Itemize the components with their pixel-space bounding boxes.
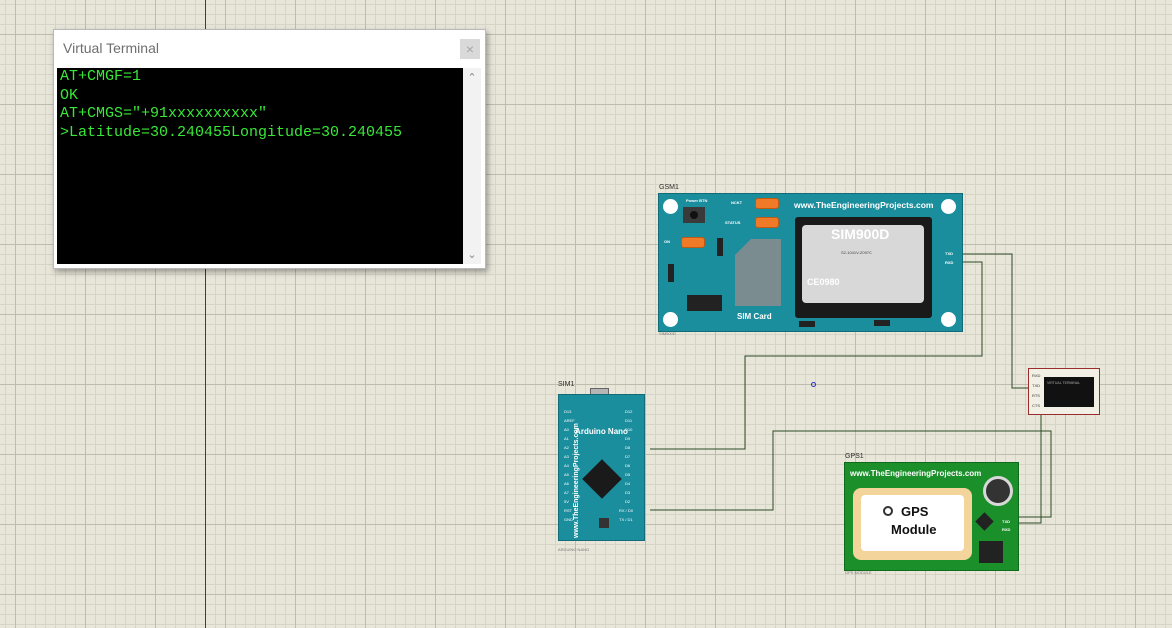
virtual-terminal-window[interactable]: Virtual Terminal × AT+CMGF=1 OK AT+CMGS=… <box>53 29 486 269</box>
pin-label: RST <box>564 508 572 513</box>
terminal-line: AT+CMGF=1 <box>60 68 142 85</box>
arduino-ref-label: SIM1 <box>558 381 575 388</box>
pin-label: TX / D1 <box>619 517 633 522</box>
ic-chip-icon <box>687 295 722 311</box>
chip-icon <box>975 512 994 531</box>
pin-label: D2 <box>625 499 631 504</box>
scroll-down-icon[interactable]: ⌄ <box>463 248 481 261</box>
gps-module[interactable]: www.TheEngineeringProjects.com GPS Modul… <box>844 462 1019 571</box>
mini-pin-label: TXD <box>1032 383 1040 388</box>
sim-card-label: SIM Card <box>737 312 772 321</box>
pin-label: A2 <box>564 445 569 450</box>
gps-part-label: GPS MODULE <box>845 570 872 575</box>
arduino-url: www.TheEngineeringProjects.com <box>573 423 580 538</box>
mount-hole-icon <box>941 199 956 214</box>
pin-label: D7 <box>625 454 631 459</box>
scroll-up-icon[interactable]: ⌃ <box>463 71 481 84</box>
gsm-ref-label: GSM1 <box>659 184 679 191</box>
pin-label: D8 <box>625 445 631 450</box>
terminal-line: AT+CMGS="+91xxxxxxxxxx" <box>60 105 268 122</box>
gsm-pin-rx: RXD <box>945 260 954 265</box>
vertical-scrollbar[interactable]: ⌃ ⌄ <box>463 68 481 264</box>
terminal-line: >Latitude=30.240455Longitude=30.240455 <box>60 123 403 141</box>
terminal-output: AT+CMGF=1 OK AT+CMGS="+91xxxxxxxxxx" >La… <box>57 68 463 264</box>
chip-ce: CE0980 <box>807 277 840 287</box>
pin-label: A6 <box>564 481 569 486</box>
pin-label: D9 <box>625 436 631 441</box>
mount-hole-icon <box>663 312 678 327</box>
sim-card-slot-icon <box>735 239 781 306</box>
gps-url: www.TheEngineeringProjects.com <box>850 469 982 478</box>
junction-dot-icon <box>811 382 816 387</box>
gps-label-box: GPS Module <box>853 488 972 560</box>
pin-label: RX / D0 <box>619 508 634 513</box>
pin-label: GND <box>564 517 573 522</box>
sim900d-chip: SIM900D S2-1041V-Z097C CE0980 <box>795 217 932 318</box>
mini-pin-label: RXD <box>1032 373 1041 378</box>
chip-name: SIM900D <box>831 226 890 242</box>
gps-title-1: GPS <box>901 504 929 519</box>
gsm-url: www.TheEngineeringProjects.com <box>794 200 934 210</box>
pin-label: D10 <box>625 427 633 432</box>
regulator-icon <box>979 541 1003 563</box>
pin-label: D13 <box>564 409 572 414</box>
netlight-label: NCKT <box>731 200 743 205</box>
pin-label: A1 <box>564 436 569 441</box>
diode-icon <box>717 238 723 256</box>
pin-label: A5 <box>564 472 569 477</box>
window-title: Virtual Terminal <box>63 40 159 56</box>
pin-label: A0 <box>564 427 569 432</box>
mini-pin-label: CTS <box>1032 403 1040 408</box>
pin-label: A3 <box>564 454 569 459</box>
gsm-part-label: SIM900D <box>659 331 676 336</box>
mount-hole-icon <box>941 312 956 327</box>
arduino-nano[interactable]: Arduino Nano D13 AREF A0 A1 A2 A3 A4 A5 … <box>558 394 645 541</box>
gps-title-2: Module <box>891 522 937 537</box>
status-label: STATUS <box>725 220 741 225</box>
diode-icon <box>668 264 674 282</box>
mini-screen: VIRTUAL TERMINAL <box>1044 377 1094 407</box>
gps-pin-tx: TXD <box>1002 519 1010 524</box>
reset-button-icon <box>599 518 609 528</box>
pin-label: D12 <box>625 409 633 414</box>
gps-pin-rx: RXD <box>1002 527 1011 532</box>
power-button-icon <box>683 207 705 223</box>
led-icon <box>681 237 705 248</box>
pin-label: D6 <box>625 463 631 468</box>
antenna-icon <box>983 476 1013 506</box>
led-icon <box>755 217 779 228</box>
gps-ref-label: GPS1 <box>845 453 864 460</box>
pin-label: D4 <box>625 481 631 486</box>
virtual-terminal-component[interactable]: RXD TXD RTS CTS VIRTUAL TERMINAL <box>1028 368 1100 415</box>
pin-label: D3 <box>625 490 631 495</box>
chip-code: S2-1041V-Z097C <box>841 250 872 255</box>
gsm-pin-tx: TXD <box>945 251 953 256</box>
led-icon <box>755 198 779 209</box>
power-button-label: Power BTN <box>686 198 708 203</box>
close-button[interactable]: × <box>460 39 480 59</box>
led-icon <box>883 506 893 516</box>
smd-icon <box>799 321 815 327</box>
mount-hole-icon <box>663 199 678 214</box>
terminal-line: OK <box>60 86 79 104</box>
pin-label: D11 <box>625 418 633 423</box>
pin-label: A7 <box>564 490 569 495</box>
microcontroller-chip-icon <box>582 459 622 499</box>
pin-label: 5V <box>564 499 569 504</box>
gsm-module[interactable]: Power BTN NCKT STATUS ON SIM Card www.Th… <box>658 193 963 332</box>
smd-icon <box>874 320 890 326</box>
mini-terminal-text: VIRTUAL TERMINAL <box>1047 381 1081 385</box>
on-label: ON <box>664 239 670 244</box>
mini-pin-label: RTS <box>1032 393 1040 398</box>
pin-label: A4 <box>564 463 569 468</box>
arduino-part-label: ARDUINO NANO <box>558 547 590 552</box>
pin-label: D5 <box>625 472 631 477</box>
